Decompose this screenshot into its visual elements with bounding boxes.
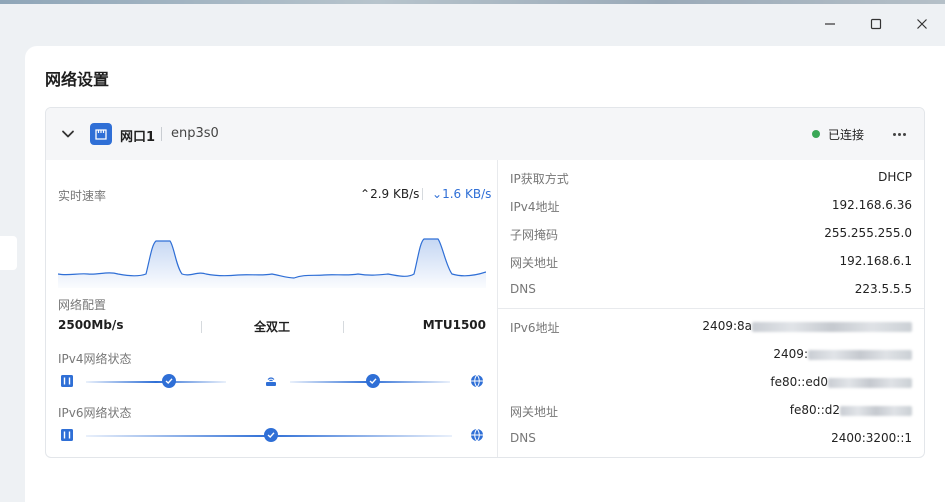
upload-speed-value: 2.9 KB/s [370, 187, 420, 201]
section-divider [498, 308, 924, 309]
more-dot [897, 132, 901, 136]
minimize-icon [825, 23, 835, 25]
ipv6-dns-label: DNS [510, 431, 536, 445]
status-indicator [812, 130, 820, 138]
config-divider [201, 321, 202, 333]
interface-name: enp3s0 [171, 126, 219, 141]
ipv6-status-label: IPv6网络状态 [58, 406, 132, 420]
ipv4-gateway-value: 192.168.6.1 [839, 254, 912, 268]
desktop-wallpaper [0, 0, 945, 4]
check-icon [264, 428, 278, 442]
ipv4-address-label: IPv4地址 [510, 200, 560, 214]
router-icon [266, 377, 276, 386]
download-speed-value: 1.6 KB/s [442, 187, 492, 201]
config-divider [343, 321, 344, 333]
page-title: 网络设置 [45, 70, 110, 89]
ipv6-gateway-row: 网关地址 fe80::d2 [510, 403, 912, 421]
connection-line [86, 381, 226, 383]
settings-panel: 网络设置 网口1 enp3s0 已连接 实时速率 ⌃2.9 KB/s ⌄1.6 … [25, 46, 945, 502]
ip-method-value: DHCP [878, 170, 912, 184]
ip-method-label: IP获取方式 [510, 172, 569, 186]
ethernet-port-icon [61, 375, 73, 387]
interface-card-header[interactable]: 网口1 enp3s0 已连接 [46, 108, 924, 160]
ip-details-section: IP获取方式 DHCP IPv4地址 192.168.6.36 子网掩码 255… [498, 160, 924, 457]
more-options-button[interactable] [888, 124, 910, 144]
ipv6-address-text: 2409:8a [702, 319, 752, 333]
link-speed: 2500Mb/s [58, 318, 124, 332]
mtu-value: MTU1500 [422, 318, 486, 332]
ipv6-dns-value: 2400:3200::1 [831, 431, 912, 445]
ipv4-address-row: IPv4地址 192.168.6.36 [510, 198, 912, 216]
redacted-text [840, 405, 912, 416]
check-icon [366, 374, 380, 388]
maximize-icon [870, 18, 882, 30]
background-window-edge [0, 236, 17, 270]
close-icon [917, 19, 927, 29]
ipv4-status-label: IPv4网络状态 [58, 352, 132, 366]
traffic-area [58, 239, 486, 288]
interface-card: 网口1 enp3s0 已连接 实时速率 ⌃2.9 KB/s ⌄1.6 KB/s [45, 107, 925, 458]
subnet-mask-value: 255.255.255.0 [824, 226, 912, 240]
ipv6-address-value: fe80::ed0 [770, 375, 912, 389]
ip-method-row: IP获取方式 DHCP [510, 170, 912, 188]
more-dot [892, 132, 896, 136]
close-button[interactable] [899, 4, 945, 44]
ipv6-address-row: 2409: [510, 347, 912, 365]
duplex-mode: 全双工 [254, 320, 291, 334]
redacted-text [752, 321, 912, 332]
check-icon [162, 374, 176, 388]
maximize-button[interactable] [853, 4, 899, 44]
arrow-down-icon: ⌄ [432, 187, 443, 201]
ipv6-address-text: fe80::ed0 [770, 375, 828, 389]
ipv6-gateway-value: fe80::d2 [790, 403, 912, 417]
ethernet-port-icon [90, 123, 112, 145]
more-dot [902, 132, 906, 136]
speed-divider [422, 188, 423, 200]
network-config-row: 2500Mb/s 全双工 MTU1500 [58, 318, 486, 336]
ipv6-address-value: 2409: [773, 347, 912, 361]
ipv6-gateway-text: fe80::d2 [789, 403, 840, 417]
ipv6-address-label: IPv6地址 [510, 321, 560, 335]
ipv4-address-value: 192.168.6.36 [831, 198, 912, 212]
subnet-mask-label: 子网掩码 [510, 228, 559, 242]
ipv4-dns-value: 223.5.5.5 [854, 282, 912, 296]
header-divider [161, 127, 162, 141]
arrow-up-icon: ⌃ [360, 187, 371, 201]
ipv6-address-text: 2409: [773, 347, 808, 361]
ipv6-gateway-label: 网关地址 [510, 405, 559, 419]
network-config-label: 网络配置 [58, 298, 107, 312]
ethernet-port-icon [61, 429, 73, 441]
ipv6-address-row: IPv6地址 2409:8a [510, 319, 912, 337]
window-controls [807, 4, 945, 44]
redacted-text [828, 377, 912, 388]
ipv4-gateway-label: 网关地址 [510, 256, 559, 270]
port-name: 网口1 [120, 130, 156, 145]
traffic-section: 实时速率 ⌃2.9 KB/s ⌄1.6 KB/s 网络配置 2500Mb/s 全… [46, 160, 497, 457]
globe-icon [471, 428, 483, 442]
ipv6-address-value: 2409:8a [702, 319, 912, 333]
ipv6-dns-row: DNS 2400:3200::1 [510, 431, 912, 449]
upload-speed: ⌃2.9 KB/s [360, 187, 419, 201]
globe-icon [471, 374, 483, 388]
realtime-traffic-chart [58, 238, 486, 288]
chevron-down-icon[interactable] [60, 126, 76, 142]
realtime-speed-label: 实时速率 [58, 189, 107, 203]
download-speed: ⌄1.6 KB/s [432, 187, 491, 201]
ipv4-dns-label: DNS [510, 282, 536, 296]
ipv4-gateway-row: 网关地址 192.168.6.1 [510, 254, 912, 272]
status-text: 已连接 [828, 128, 865, 142]
subnet-mask-row: 子网掩码 255.255.255.0 [510, 226, 912, 244]
redacted-text [808, 349, 912, 360]
minimize-button[interactable] [807, 4, 853, 44]
ipv6-status-path [58, 428, 486, 444]
ipv4-status-path [58, 374, 486, 390]
ipv4-dns-row: DNS 223.5.5.5 [510, 282, 912, 300]
ipv6-address-row: fe80::ed0 [510, 375, 912, 393]
